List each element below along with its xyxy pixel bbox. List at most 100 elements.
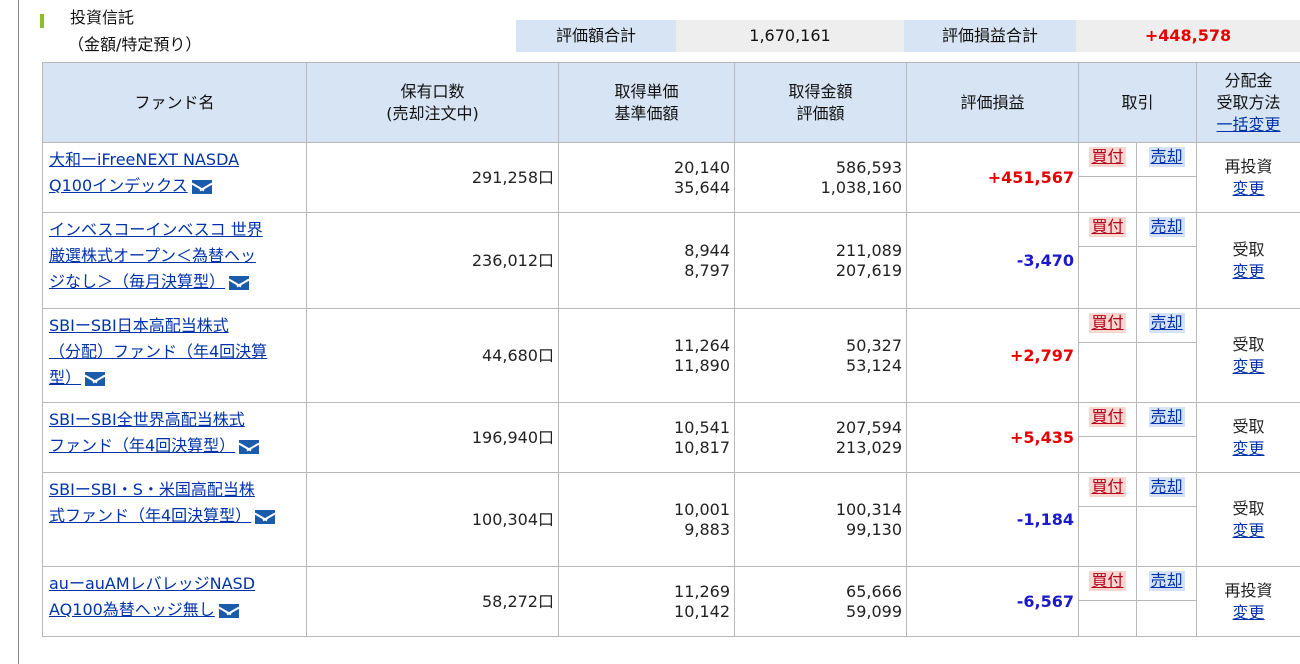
amount-cell: 100,314 99,130 (734, 472, 907, 567)
units-cell: 100,304口 (306, 472, 559, 567)
nav-price: 8,797 (684, 260, 730, 280)
sell-button[interactable]: 売却 (1148, 407, 1185, 427)
sell-button[interactable]: 売却 (1148, 477, 1185, 497)
nav-price: 35,644 (674, 177, 730, 197)
valuation-amount: 207,619 (835, 260, 902, 280)
fund-name-line: 型） (49, 368, 82, 387)
mail-icon[interactable] (85, 371, 106, 386)
sell-cell: 売却 (1135, 212, 1198, 247)
fund-name-cell: auーauAMレバレッジNASD AQ100為替ヘッジ無し (42, 566, 307, 637)
sell-cell: 売却 (1135, 402, 1198, 437)
buy-button[interactable]: 買付 (1089, 147, 1126, 167)
bulk-change-link[interactable]: 一括変更 (1217, 115, 1281, 134)
trade-blank-cell (1135, 176, 1198, 213)
trade-blank-cell (1135, 506, 1198, 567)
sell-button[interactable]: 売却 (1148, 313, 1185, 333)
fund-name-line: 式ファンド（年4回決算型） (49, 506, 252, 525)
acquisition-price: 20,140 (674, 157, 730, 177)
trade-blank-cell (1135, 600, 1198, 637)
acquisition-amount: 586,593 (835, 157, 902, 177)
buy-button[interactable]: 買付 (1089, 313, 1126, 333)
mail-icon[interactable] (255, 509, 276, 524)
sell-button[interactable]: 売却 (1148, 217, 1185, 237)
valuation-amount: 213,029 (835, 437, 902, 457)
fund-name-line: SBIーSBI全世界高配当株式 (49, 410, 245, 429)
fund-name-cell: SBIーSBI日本高配当株式 （分配）ファンド（年4回決算 型） (42, 308, 307, 403)
amount-cell: 586,593 1,038,160 (734, 142, 907, 213)
buy-button[interactable]: 買付 (1089, 477, 1126, 497)
buy-cell: 買付 (1078, 212, 1137, 247)
pl-cell: +451,567 (906, 142, 1079, 213)
trade-blank-cell (1135, 342, 1198, 403)
fund-name-cell: インベスコーインベスコ 世界 厳選株式オープン＜為替ヘッ ジなし＞（毎月決算型） (42, 212, 307, 309)
header-units: 保有口数 (売却注文中) (306, 62, 559, 143)
acquisition-price: 8,944 (684, 240, 730, 260)
fund-name-link[interactable]: SBIーSBI全世界高配当株式 ファンド（年4回決算型） (49, 410, 245, 455)
trade-blank-cell (1078, 176, 1137, 213)
mail-icon[interactable] (229, 275, 250, 290)
mail-icon[interactable] (239, 439, 260, 454)
buy-cell: 買付 (1078, 142, 1137, 177)
header-pl: 評価損益 (906, 62, 1079, 143)
change-link[interactable]: 変更 (1233, 603, 1265, 622)
table-row: auーauAMレバレッジNASD AQ100為替ヘッジ無し 58,272口 11,… (42, 566, 1300, 637)
change-link[interactable]: 変更 (1233, 179, 1265, 198)
amount-cell: 211,089 207,619 (734, 212, 907, 309)
units-value: 196,940口 (471, 427, 554, 447)
table-row: インベスコーインベスコ 世界 厳選株式オープン＜為替ヘッ ジなし＞（毎月決算型） 2… (42, 212, 1300, 309)
sell-cell: 売却 (1135, 472, 1198, 507)
change-link[interactable]: 変更 (1233, 262, 1265, 281)
valuation-amount: 53,124 (846, 355, 902, 375)
valuation-total-label: 評価額合計 (516, 20, 676, 52)
fund-name-line: （分配）ファンド（年4回決算 (49, 342, 268, 361)
distribution-method: 受取 (1232, 498, 1265, 518)
distribution-cell: 再投資 変更 (1196, 566, 1300, 637)
mail-icon[interactable] (191, 179, 212, 194)
mail-icon[interactable] (218, 603, 239, 618)
distribution-cell: 再投資 変更 (1196, 142, 1300, 213)
distribution-cell: 受取 変更 (1196, 472, 1300, 567)
sell-button[interactable]: 売却 (1148, 147, 1185, 167)
trade-blank-cell (1078, 600, 1137, 637)
section-marker (40, 14, 44, 28)
section-title: 投資信託 (70, 8, 135, 27)
header-fund-name: ファンド名 (42, 62, 307, 143)
trade-blank-cell (1135, 436, 1198, 473)
fund-name-link[interactable]: SBIーSBI日本高配当株式 （分配）ファンド（年4回決算 型） (49, 316, 267, 387)
header-amount: 取得金額 評価額 (734, 62, 907, 143)
price-cell: 8,944 8,797 (558, 212, 735, 309)
distribution-method: 再投資 (1224, 580, 1273, 600)
distribution-method: 再投資 (1224, 156, 1273, 176)
distribution-cell: 受取 変更 (1196, 402, 1300, 473)
change-link[interactable]: 変更 (1233, 439, 1265, 458)
valuation-total-value: 1,670,161 (676, 20, 904, 52)
units-value: 236,012口 (471, 250, 554, 270)
buy-button[interactable]: 買付 (1089, 571, 1126, 591)
fund-name-link[interactable]: SBIーSBI・S・米国高配当株 式ファンド（年4回決算型） (49, 480, 255, 525)
buy-cell: 買付 (1078, 566, 1137, 601)
table-header-row: ファンド名 保有口数 (売却注文中) 取得単価 基準価額 取得金額 評価額 評価損益 … (42, 62, 1300, 143)
trade-blank-cell (1078, 246, 1137, 309)
acquisition-amount: 207,594 (835, 417, 902, 437)
header-distribution: 分配金 受取方法 一括変更 (1196, 62, 1300, 143)
change-link[interactable]: 変更 (1233, 521, 1265, 540)
table-row: SBIーSBI日本高配当株式 （分配）ファンド（年4回決算 型） 44,680口 1… (42, 308, 1300, 403)
fund-name-cell: SBIーSBI全世界高配当株式 ファンド（年4回決算型） (42, 402, 307, 473)
sell-button[interactable]: 売却 (1148, 571, 1185, 591)
buy-button[interactable]: 買付 (1089, 217, 1126, 237)
fund-name-line: SBIーSBI日本高配当株式 (49, 316, 229, 335)
buy-cell: 買付 (1078, 308, 1137, 343)
fund-name-cell: SBIーSBI・S・米国高配当株 式ファンド（年4回決算型） (42, 472, 307, 567)
price-cell: 10,001 9,883 (558, 472, 735, 567)
price-cell: 10,541 10,817 (558, 402, 735, 473)
nav-price: 10,817 (674, 437, 730, 457)
trade-blank-cell (1135, 246, 1198, 309)
units-value: 58,272口 (482, 591, 554, 611)
distribution-method: 受取 (1232, 334, 1265, 354)
change-link[interactable]: 変更 (1233, 357, 1265, 376)
price-cell: 11,269 10,142 (558, 566, 735, 637)
buy-button[interactable]: 買付 (1089, 407, 1126, 427)
pl-cell: +2,797 (906, 308, 1079, 403)
trade-blank-cell (1078, 342, 1137, 403)
valuation-amount: 59,099 (846, 601, 902, 621)
